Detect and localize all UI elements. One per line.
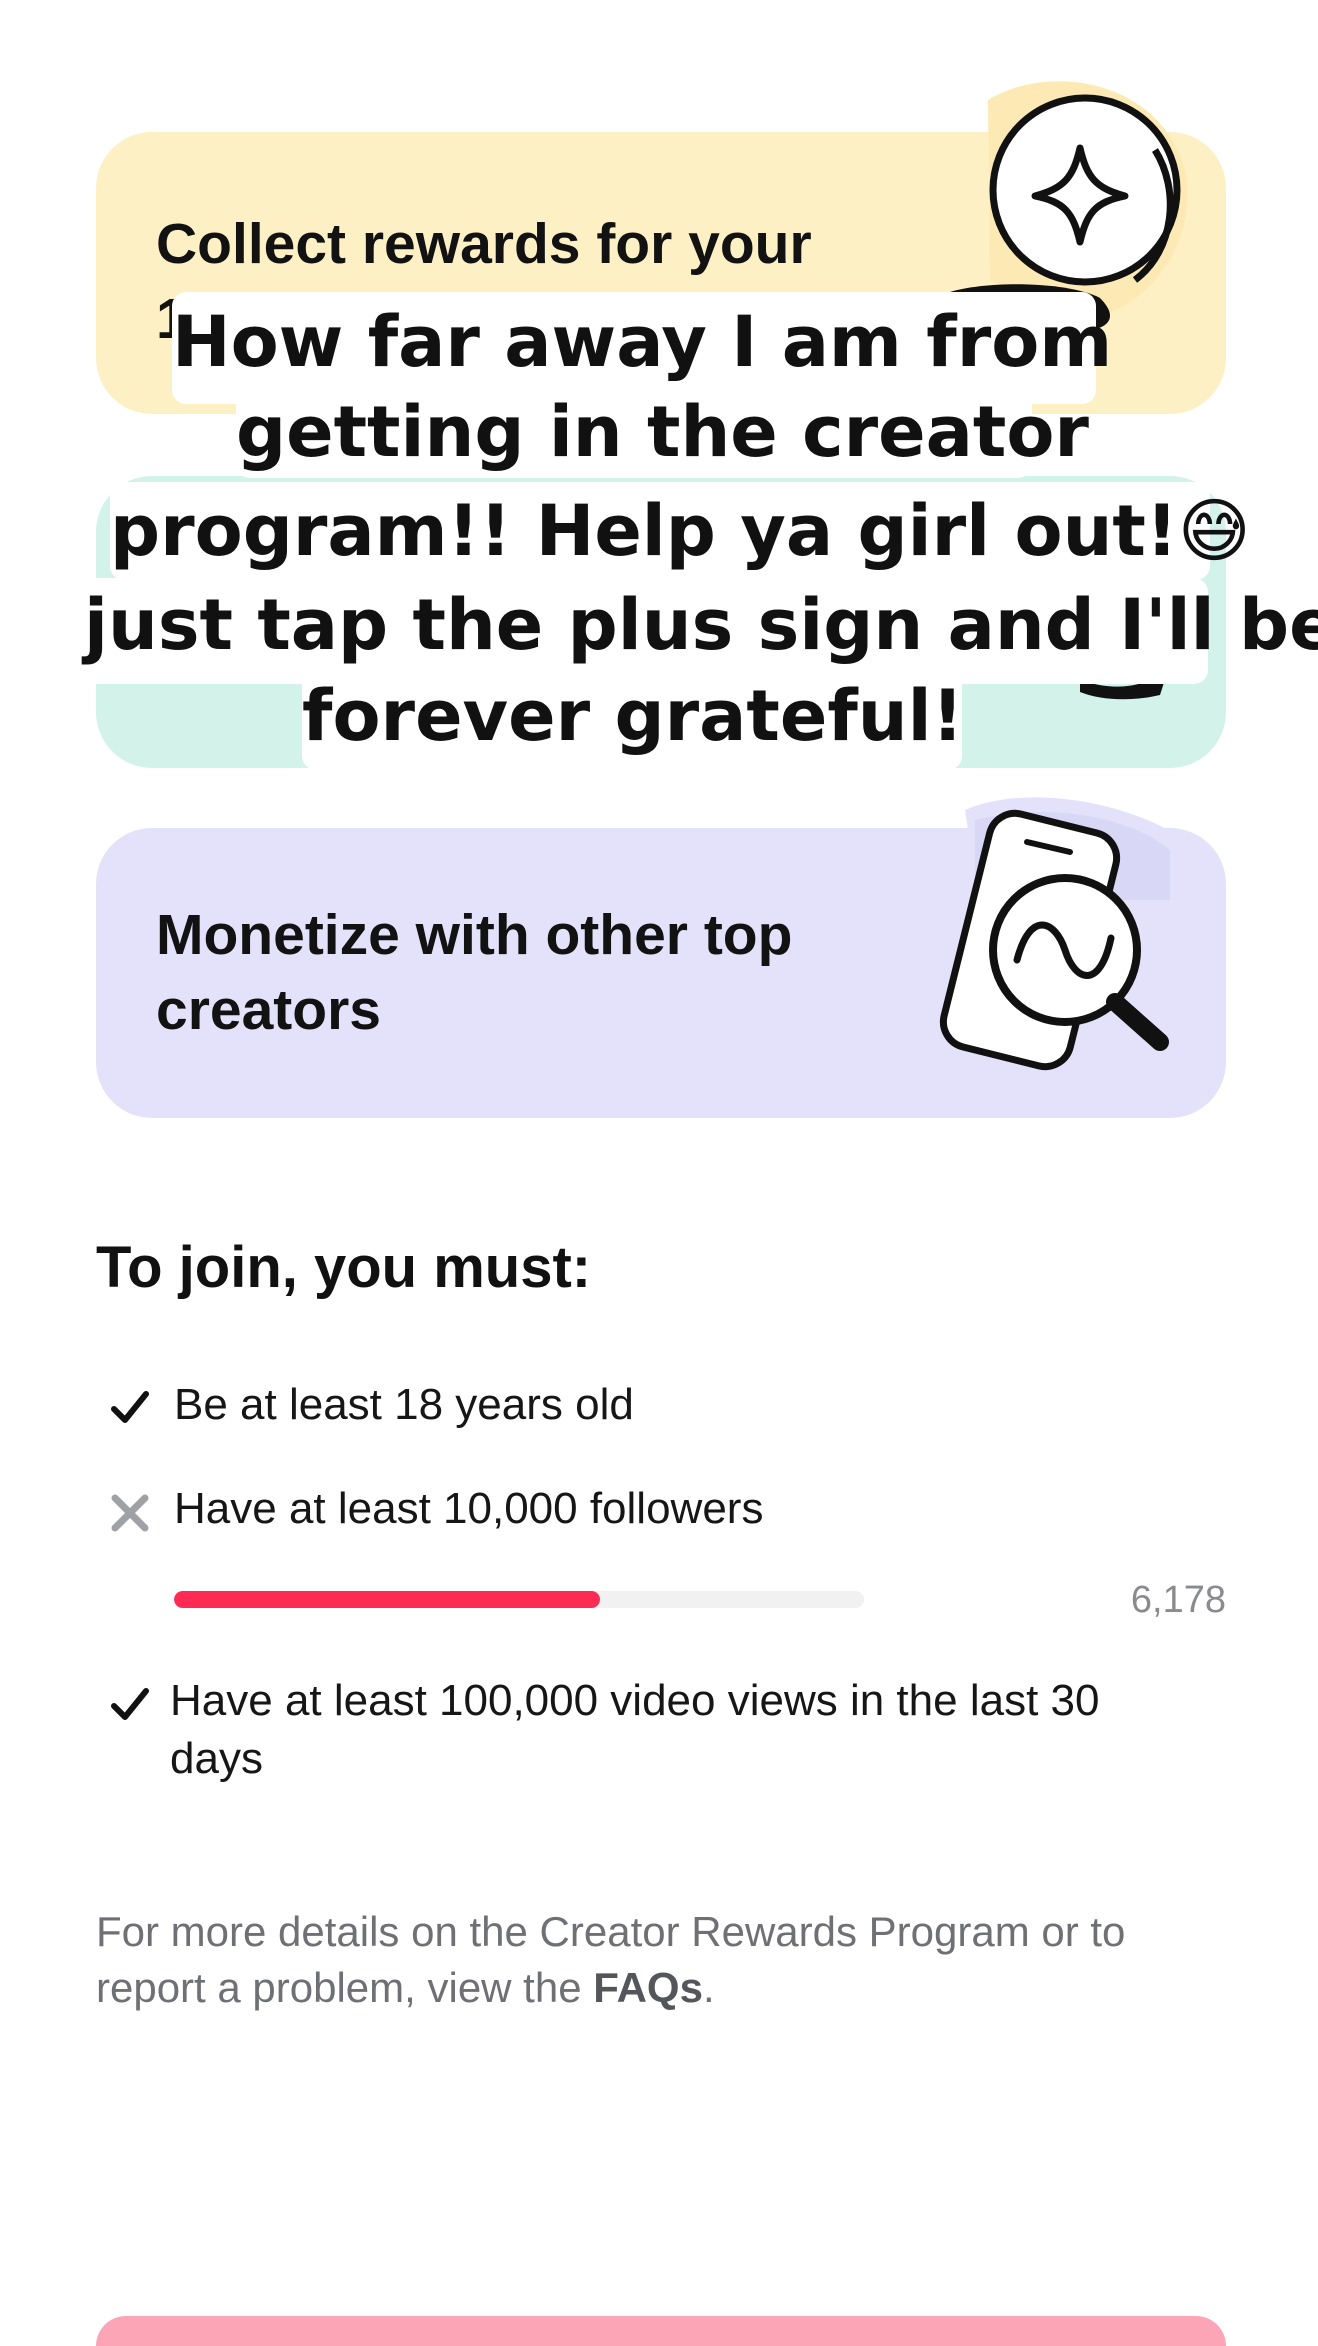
faq-note-line2-prefix: report a problem, view the bbox=[96, 1964, 594, 2011]
check-icon bbox=[111, 1391, 149, 1423]
faq-note-line1: For more details on the Creator Rewards … bbox=[96, 1908, 1126, 1955]
followers-progress-fill bbox=[174, 1591, 601, 1608]
phone-magnifier-icon bbox=[939, 797, 1185, 1071]
primary-action-button[interactable] bbox=[96, 2316, 1226, 2346]
requirements-title: To join, you must: bbox=[96, 1235, 592, 1300]
cross-icon bbox=[111, 1494, 149, 1532]
monetize-card-title: Monetize with other top creators bbox=[156, 898, 792, 1048]
requirement-video-views-line1: Have at least 100,000 video views in the… bbox=[170, 1676, 1100, 1725]
requirement-video-views: Have at least 100,000 video views in the… bbox=[170, 1672, 1099, 1788]
requirement-followers: Have at least 10,000 followers bbox=[174, 1484, 764, 1533]
faq-link[interactable]: FAQs bbox=[593, 1964, 703, 2011]
rewards-card-title-line1: Collect rewards for your bbox=[156, 212, 812, 276]
check-icon bbox=[111, 1688, 149, 1720]
caption-line-4: just tap the plus sign and I'll be bbox=[84, 578, 1318, 684]
requirement-video-views-line2: days bbox=[170, 1734, 263, 1783]
caption-line-2: getting in the creator bbox=[236, 386, 1089, 478]
followers-count: 6,178 bbox=[1130, 1579, 1226, 1621]
requirement-age: Be at least 18 years old bbox=[174, 1380, 634, 1429]
caption-line-5: forever grateful! bbox=[302, 670, 964, 770]
caption-line-3: program!! Help ya girl out!😅 bbox=[110, 482, 1251, 580]
monetize-card-title-line2: creators bbox=[156, 978, 381, 1042]
faq-note: For more details on the Creator Rewards … bbox=[96, 1904, 1216, 2016]
faq-note-line2-suffix: . bbox=[702, 1964, 715, 2011]
followers-progress-bar bbox=[174, 1591, 864, 1608]
monetize-card-title-line1: Monetize with other top bbox=[156, 903, 793, 967]
